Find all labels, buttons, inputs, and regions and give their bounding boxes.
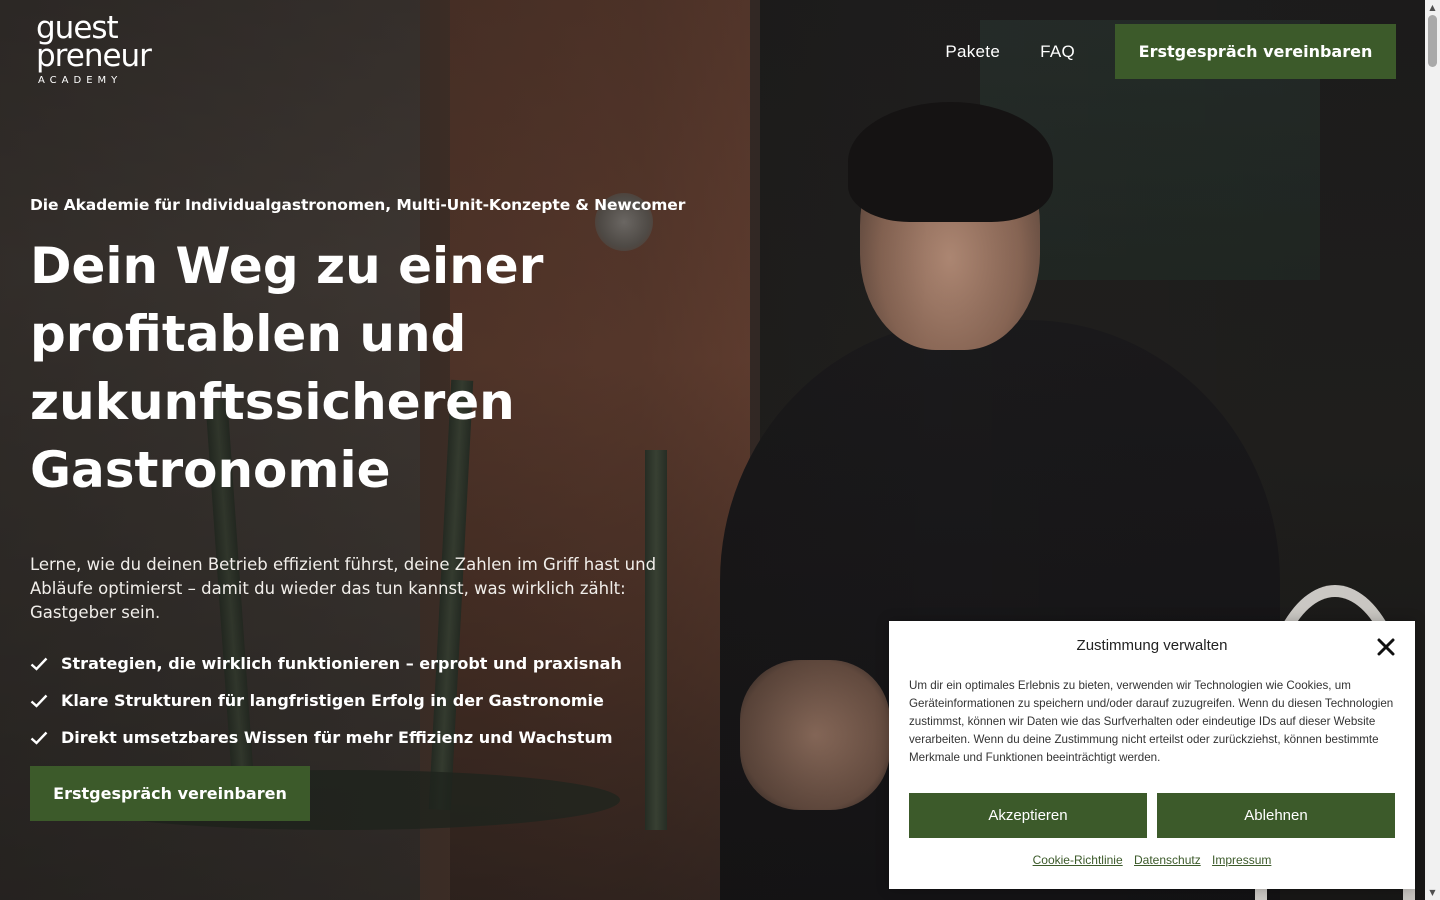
headline-line: Gastronomie — [30, 441, 391, 499]
check-icon — [30, 694, 48, 708]
hero-lead: Lerne, wie du deinen Betrieb effizient f… — [30, 555, 657, 622]
cookie-policy-link[interactable]: Cookie-Richtlinie — [1033, 853, 1123, 867]
imprint-link[interactable]: Impressum — [1212, 853, 1271, 867]
headline-line: Dein Weg zu einer — [30, 237, 544, 295]
cookie-dialog-text: Um dir ein optimales Erlebnis zu bieten,… — [909, 679, 1394, 764]
scroll-down-arrow-icon[interactable]: ▼ — [1425, 885, 1440, 900]
cookie-dialog-title: Zustimmung verwalten — [1076, 637, 1228, 654]
nav-link-faq[interactable]: FAQ — [1040, 42, 1075, 62]
benefit-item: Klare Strukturen für langfristigen Erfol… — [30, 682, 622, 719]
logo-line-3: ACADEMY — [38, 75, 123, 86]
benefit-list: Strategien, die wirklich funktionieren –… — [30, 645, 622, 756]
site-logo[interactable]: guest preneur ACADEMY — [36, 13, 186, 90]
cookie-accept-button[interactable]: Akzeptieren — [909, 793, 1147, 838]
main-nav: Pakete FAQ Erstgespräch vereinbaren — [945, 24, 1396, 79]
benefit-item: Direkt umsetzbares Wissen für mehr Effiz… — [30, 719, 622, 756]
scroll-up-arrow-icon[interactable]: ▲ — [1425, 0, 1440, 15]
hero-headline: Dein Weg zu einer profitablen und zukunf… — [30, 232, 670, 504]
headline-line: zukunftssicheren — [30, 373, 515, 431]
logo-line-2: preneur — [36, 38, 152, 74]
page-scrollbar[interactable]: ▲ ▼ — [1425, 0, 1440, 900]
benefit-item: Strategien, die wirklich funktionieren –… — [30, 645, 622, 682]
hero-cta-button[interactable]: Erstgespräch vereinbaren — [30, 766, 310, 821]
scrollbar-thumb[interactable] — [1428, 15, 1437, 67]
headline-line: profitablen und — [30, 305, 467, 363]
check-icon — [30, 657, 48, 671]
close-icon[interactable] — [1377, 638, 1395, 656]
cookie-consent-dialog: Zustimmung verwalten Um dir ein optimale… — [889, 621, 1415, 889]
hero-eyebrow: Die Akademie für Individualgastronomen, … — [30, 196, 686, 214]
cookie-links: Cookie-Richtlinie Datenschutz Impressum — [889, 853, 1415, 867]
nav-link-pakete[interactable]: Pakete — [945, 42, 1000, 62]
benefit-text: Strategien, die wirklich funktionieren –… — [61, 654, 622, 673]
nav-cta-button[interactable]: Erstgespräch vereinbaren — [1115, 24, 1396, 79]
check-icon — [30, 731, 48, 745]
benefit-text: Klare Strukturen für langfristigen Erfol… — [61, 691, 604, 710]
cookie-deny-button[interactable]: Ablehnen — [1157, 793, 1395, 838]
benefit-text: Direkt umsetzbares Wissen für mehr Effiz… — [61, 728, 613, 747]
privacy-link[interactable]: Datenschutz — [1134, 853, 1201, 867]
